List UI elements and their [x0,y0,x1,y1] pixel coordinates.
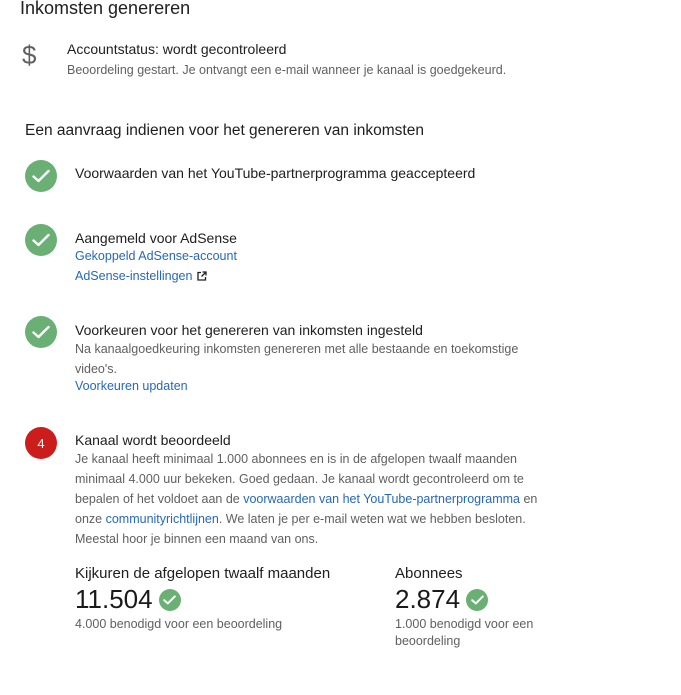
step-1-title: Voorwaarden van het YouTube-partnerprogr… [75,165,476,181]
watch-hours-stat: 11.504 [75,584,181,615]
step-3-description: Na kanaalgoedkeuring inkomsten genereren… [75,342,519,376]
dollar-icon: $ [22,40,37,70]
update-preferences-link[interactable]: Voorkeuren updaten [75,379,188,393]
watch-hours-note: 4.000 benodigd voor een beoordeling [75,617,283,631]
ypp-terms-link[interactable]: voorwaarden van het YouTube-partnerprogr… [243,492,520,506]
external-link-icon [197,271,208,281]
step-3-title: Voorkeuren voor het genereren van inkoms… [75,322,423,338]
application-section-title: Een aanvraag indienen voor het genereren… [25,122,424,139]
account-status: Accountstatus: wordt gecontroleerd [67,41,287,57]
watch-hours-label: Kijkuren de afgelopen twaalf maanden [75,565,331,582]
watch-hours-value: 11.504 [75,584,153,614]
subscribers-label: Abonnees [395,565,463,582]
step-2-check-icon [25,224,57,256]
step-2-title: Aangemeld voor AdSense [75,230,237,246]
adsense-settings-link[interactable]: AdSense-instellingen [75,269,208,283]
subscribers-check-icon [466,588,489,611]
step-1-check-icon [25,160,57,192]
linked-adsense-account-link[interactable]: Gekoppeld AdSense-account [75,249,237,263]
account-status-description: Beoordeling gestart. Je ontvangt een e-m… [67,63,507,77]
subscribers-stat: 2.874 [395,584,489,615]
watch-hours-check-icon [158,588,181,611]
subscribers-value: 2.874 [395,584,461,614]
page-title: Inkomsten genereren [20,0,191,18]
step-4-description: Je kanaal heeft minimaal 1.000 abonnees … [75,449,545,549]
community-guidelines-link[interactable]: communityrichtlijnen [106,512,219,526]
adsense-settings-label[interactable]: AdSense-instellingen [75,269,192,283]
step-4-number-badge: 4 [25,427,57,459]
step-4-title: Kanaal wordt beoordeeld [75,432,231,448]
step-3-check-icon [25,316,57,348]
subscribers-note: 1.000 benodigd voor een beoordeling [395,617,534,648]
